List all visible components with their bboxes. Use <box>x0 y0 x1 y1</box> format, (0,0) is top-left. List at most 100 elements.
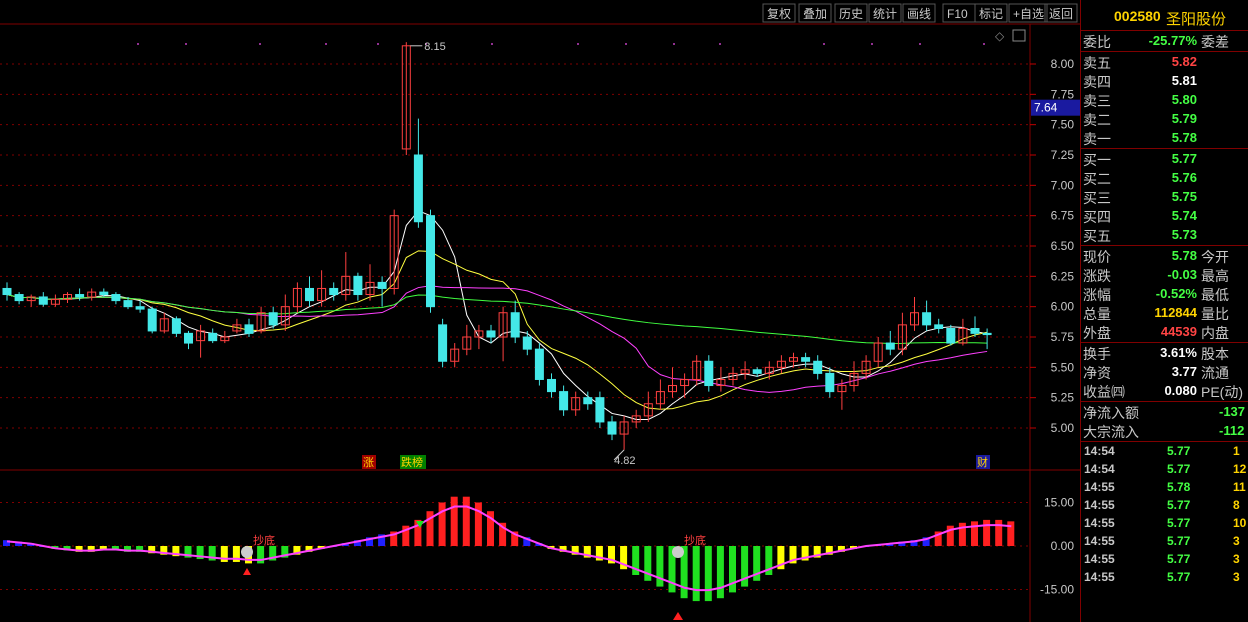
quote-value: 5.81 <box>1171 73 1197 88</box>
candle-body <box>486 330 496 338</box>
price-tick-label: 6.50 <box>1051 239 1075 253</box>
quote-right-label: 股本 <box>1201 346 1229 362</box>
quote-value: 5.78 <box>1171 248 1197 263</box>
macd-bar <box>692 546 700 602</box>
candle-body <box>38 296 48 305</box>
bid-row: 买五 5.73 <box>1081 225 1248 244</box>
candle-body <box>583 397 593 405</box>
event-marker-label: 涨 <box>363 456 374 469</box>
tick-cell: 5.77 <box>1167 498 1191 512</box>
bid-row: 买二 5.76 <box>1081 168 1248 187</box>
quote-label: 卖五 <box>1083 55 1111 71</box>
marker-dot <box>325 43 327 45</box>
stat2-row: 换手 3.61% 股本 <box>1081 343 1248 362</box>
tick-cell: 12 <box>1233 462 1247 476</box>
quote-right-label: 流通 <box>1201 365 1229 381</box>
candle-body <box>522 336 532 350</box>
candle-body <box>75 294 85 298</box>
quote-value: 5.76 <box>1171 170 1197 185</box>
candle-body <box>426 215 435 308</box>
marker-dot <box>185 43 187 45</box>
candle-body <box>801 357 811 362</box>
quote-value: 5.77 <box>1171 151 1197 166</box>
quote-value: 44539 <box>1160 324 1197 339</box>
stat-row: 涨跌 -0.03 最高 <box>1081 265 1248 284</box>
quote-label: 现价 <box>1083 249 1111 265</box>
price-tick-label: 8.00 <box>1051 57 1075 71</box>
quote-label: 涨跌 <box>1083 268 1111 284</box>
quote-value: 0.080 <box>1164 383 1197 398</box>
quote-label: 买二 <box>1083 171 1111 187</box>
tick-cell: 14:55 <box>1084 534 1115 548</box>
candle-body <box>111 294 121 302</box>
quote-right-label: 最高 <box>1201 268 1229 284</box>
quote-label: 大宗流入 <box>1083 424 1139 440</box>
kline-chart-area[interactable]: 8.00 7.75 7.50 7.25 7.00 6.75 6.50 6.25 6.00 5.75… <box>0 0 1080 622</box>
current-price-label: 7.64 <box>1034 101 1058 115</box>
candle-body <box>704 360 714 387</box>
stat-row: 现价 5.78 今开 <box>1081 246 1248 265</box>
quote-right-label: 委差 <box>1201 34 1229 50</box>
tick-cell: 11 <box>1233 480 1246 494</box>
tick-cell: 3 <box>1233 570 1240 584</box>
quote-right-label: 量比 <box>1201 306 1229 322</box>
ask-row: 卖五 5.82 <box>1081 52 1248 71</box>
quote-label: 买三 <box>1083 190 1111 206</box>
tick-cell: 5.77 <box>1167 570 1191 584</box>
toolbar-button-label: 复权 <box>767 7 791 21</box>
quote-label: 总量 <box>1083 306 1111 322</box>
diamond-icon[interactable]: ◇ <box>995 29 1005 43</box>
candle-body <box>438 324 448 362</box>
tick-cell: 3 <box>1233 552 1240 566</box>
candle-body <box>922 312 932 326</box>
bottom-signal-label: 抄底 <box>684 533 706 547</box>
flow-value: -137 <box>1219 404 1246 419</box>
marker-dot <box>625 43 627 45</box>
tick-row: 14:55 5.77 8 <box>1081 496 1248 514</box>
toolbar-button-label: +自选 <box>1013 7 1044 21</box>
bottom-signal-icon <box>241 546 253 558</box>
price-tick-label: 5.25 <box>1051 391 1075 405</box>
window-icon[interactable] <box>1012 29 1026 42</box>
quote-label: 买五 <box>1083 228 1111 244</box>
candle-body <box>14 294 24 302</box>
quote-label: 净资 <box>1083 365 1111 381</box>
quote-right-label: 内盘 <box>1201 325 1229 341</box>
macd-bar <box>438 502 446 546</box>
flow-row: 净流入额 -137 <box>1081 402 1248 421</box>
quote-value: -0.03 <box>1167 267 1197 282</box>
tick-row: 14:55 5.77 3 <box>1081 568 1248 586</box>
event-marker-label: 财 <box>977 455 988 469</box>
tick-cell: 14:55 <box>1084 570 1115 584</box>
candle-body <box>208 332 218 342</box>
low-label: 4.82 <box>614 455 635 467</box>
candle-body <box>171 318 181 334</box>
macd-tick-label: 0.00 <box>1051 539 1075 553</box>
candle-body <box>534 348 544 380</box>
price-tick-label: 7.50 <box>1051 118 1075 132</box>
toolbar-button-label: 返回 <box>1049 7 1073 21</box>
candle-body <box>595 397 605 423</box>
quote-value: 5.82 <box>1171 54 1197 69</box>
candle-body <box>123 300 133 308</box>
marker-dot <box>137 43 139 45</box>
price-tick-label: 7.25 <box>1051 148 1075 162</box>
high-label: 8.15 <box>424 41 445 53</box>
quote-label: 买一 <box>1083 152 1111 168</box>
macd-bar <box>656 546 664 587</box>
candle-body <box>607 421 617 435</box>
marker-dot <box>491 43 493 45</box>
buy-arrow-icon <box>673 612 683 620</box>
toolbar-button-label: 标记 <box>979 7 1003 21</box>
candle-body <box>752 369 762 374</box>
candle-body <box>353 275 363 296</box>
bid-row: 买三 5.75 <box>1081 187 1248 206</box>
quote-label: 净流入额 <box>1083 405 1139 421</box>
candle-body <box>99 291 109 296</box>
quote-label: 委比 <box>1083 34 1111 50</box>
quote-label: 卖三 <box>1083 93 1111 109</box>
marker-dot <box>577 43 579 45</box>
stock-code: 002580 <box>1114 8 1161 24</box>
tick-cell: 5.77 <box>1167 444 1191 458</box>
ask-row: 卖三 5.80 <box>1081 90 1248 109</box>
